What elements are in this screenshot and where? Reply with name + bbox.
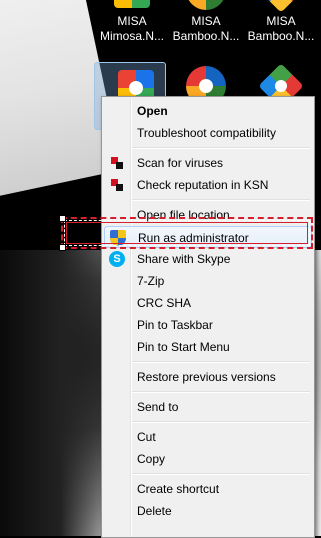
menu-item-label: CRC SHA xyxy=(137,296,192,310)
misa-mimosa-icon xyxy=(108,0,156,12)
menu-separator xyxy=(132,361,310,363)
misa-bamboo-icon xyxy=(182,0,230,12)
desktop-icon-misa-mimosa-top[interactable]: MISA Mimosa.N... xyxy=(96,0,168,44)
desktop-icon-misa-bamboo-top-2[interactable]: MISA Bamboo.N... xyxy=(245,0,317,44)
desktop-icon-label-line2: Bamboo.N... xyxy=(172,29,240,43)
menu-item-open[interactable]: Open xyxy=(104,100,312,122)
wallpaper-photo-shadow xyxy=(0,250,110,536)
menu-item-label: Open xyxy=(137,104,168,118)
menu-item-check-reputation[interactable]: Check reputation in KSN xyxy=(104,174,312,196)
resize-handle xyxy=(59,244,66,251)
menu-separator xyxy=(132,391,310,393)
menu-item-label: 7-Zip xyxy=(137,274,165,288)
menu-item-label: Restore previous versions xyxy=(137,370,276,384)
menu-separator xyxy=(132,147,310,149)
menu-item-crc-sha[interactable]: CRC SHA xyxy=(104,292,312,314)
menu-item-scan-viruses[interactable]: Scan for viruses xyxy=(104,152,312,174)
menu-item-pin-taskbar[interactable]: Pin to Taskbar xyxy=(104,314,312,336)
desktop-icon-label-line2: Mimosa.N... xyxy=(99,29,164,43)
annotation-highlight-box xyxy=(59,215,313,251)
menu-item-label: Delete xyxy=(137,504,172,518)
desktop-icon-label-line1: MISA xyxy=(117,14,147,28)
menu-item-label: Share with Skype xyxy=(137,252,231,266)
skype-icon: S xyxy=(109,251,125,267)
menu-item-restore-versions[interactable]: Restore previous versions xyxy=(104,366,312,388)
menu-item-label: Pin to Taskbar xyxy=(137,318,213,332)
menu-item-label: Copy xyxy=(137,452,166,466)
desktop-icon-misa-bamboo-top-1[interactable]: MISA Bamboo.N... xyxy=(170,0,242,44)
menu-item-label: Create shortcut xyxy=(137,482,220,496)
menu-item-label: Pin to Start Menu xyxy=(137,340,230,354)
menu-separator xyxy=(132,199,310,201)
menu-item-7zip[interactable]: 7-Zip xyxy=(104,270,312,292)
kaspersky-icon xyxy=(109,177,125,193)
desktop-icon-label-line2: Bamboo.N... xyxy=(247,29,315,43)
context-menu: Open Troubleshoot compatibility Scan for… xyxy=(101,96,315,538)
menu-item-copy[interactable]: Copy xyxy=(104,448,312,470)
desktop-icon-label-line1: MISA xyxy=(266,14,296,28)
kaspersky-icon xyxy=(109,155,125,171)
menu-separator xyxy=(132,473,310,475)
menu-separator xyxy=(132,421,310,423)
resize-handle xyxy=(59,215,66,222)
menu-item-label: Cut xyxy=(137,430,156,444)
menu-item-label: Check reputation in KSN xyxy=(137,178,269,192)
menu-item-troubleshoot[interactable]: Troubleshoot compatibility xyxy=(104,122,312,144)
menu-item-share-skype[interactable]: S Share with Skype xyxy=(104,248,312,270)
menu-item-pin-start-menu[interactable]: Pin to Start Menu xyxy=(104,336,312,358)
menu-item-create-shortcut[interactable]: Create shortcut xyxy=(104,478,312,500)
menu-item-label: Scan for viruses xyxy=(137,156,224,170)
desktop-icon-label-line1: MISA xyxy=(191,14,221,28)
menu-item-label: Send to xyxy=(137,400,179,414)
menu-item-label: Troubleshoot compatibility xyxy=(137,126,276,140)
menu-item-delete[interactable]: Delete xyxy=(104,500,312,522)
misa-bamboo-icon xyxy=(257,0,305,13)
menu-item-cut[interactable]: Cut xyxy=(104,426,312,448)
menu-item-send-to[interactable]: Send to xyxy=(104,396,312,418)
